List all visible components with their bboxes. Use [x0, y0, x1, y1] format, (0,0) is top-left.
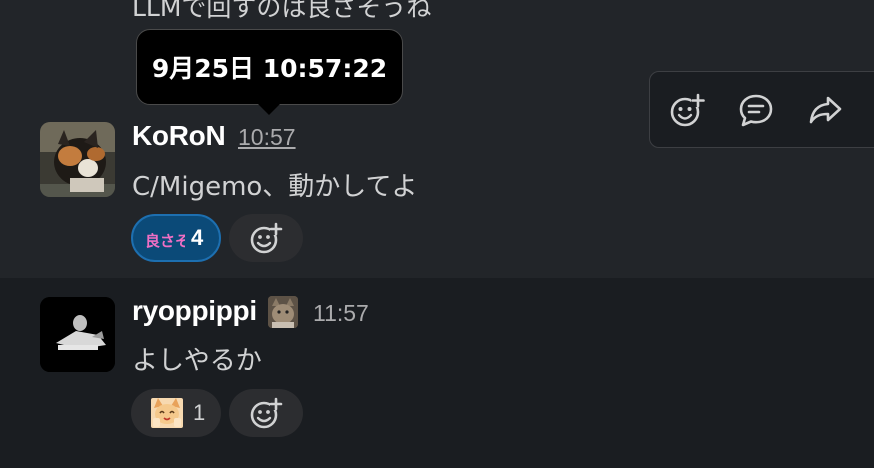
reaction-pill[interactable]: 良さそう 4: [131, 214, 221, 262]
reply-in-thread-icon: [739, 94, 773, 126]
message-timestamp[interactable]: 11:57: [313, 300, 369, 327]
add-reaction-icon: [250, 222, 283, 254]
share-message-button[interactable]: [808, 85, 874, 135]
message-actions-toolbar: [649, 71, 874, 148]
tooltip-arrow: [258, 104, 280, 115]
add-reaction-action-button[interactable]: [668, 85, 738, 135]
reaction-count: 4: [191, 225, 204, 250]
cat-emoji: [147, 396, 187, 430]
yosasou-emoji: 良さそう: [145, 221, 185, 255]
timestamp-tooltip: 9月25日 10:57:22: [136, 29, 403, 105]
svg-text:良さそう: 良さそう: [145, 232, 185, 250]
add-reaction-button[interactable]: [229, 389, 303, 437]
message-text: よしやるか: [132, 346, 262, 376]
message-timestamp[interactable]: 10:57: [238, 124, 296, 151]
cat-status-emoji: [268, 296, 298, 328]
share-message-icon: [809, 96, 842, 123]
author-name[interactable]: ryoppippi: [132, 295, 257, 327]
author-name[interactable]: KoRoN: [132, 120, 226, 152]
message-text: LLMで回すのは良さそうね: [132, 0, 432, 22]
add-reaction-icon: [670, 92, 705, 126]
message-text: C/Migemo、動かしてよ: [132, 172, 418, 202]
reply-in-thread-button[interactable]: [738, 85, 808, 135]
avatar[interactable]: [40, 122, 115, 197]
tooltip-text: 9月25日 10:57:22: [151, 54, 388, 83]
avatar[interactable]: [40, 297, 115, 372]
reaction-count: 1: [193, 400, 206, 425]
reaction-pill[interactable]: 1: [131, 389, 221, 437]
add-reaction-button[interactable]: [229, 214, 303, 262]
add-reaction-icon: [250, 397, 283, 429]
